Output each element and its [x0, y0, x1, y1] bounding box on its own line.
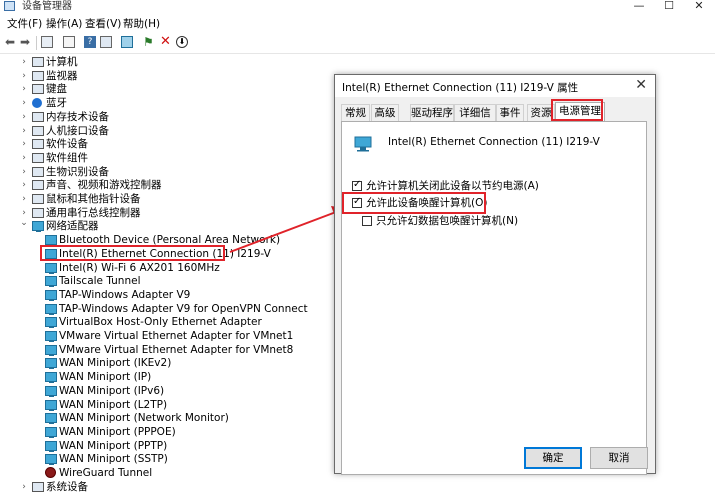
checkbox-allow-power-off[interactable]	[352, 181, 362, 191]
dialog-title-bar: Intel(R) Ethernet Connection (11) I219-V…	[335, 75, 655, 97]
tab-details[interactable]: 详细信息	[454, 104, 496, 121]
highlight-box-tab	[551, 99, 603, 121]
tab-events[interactable]: 事件	[496, 104, 524, 121]
properties-dialog: Intel(R) Ethernet Connection (11) I219-V…	[334, 74, 656, 474]
dialog-title: Intel(R) Ethernet Connection (11) I219-V…	[342, 80, 578, 95]
power-management-panel: Intel(R) Ethernet Connection (11) I219-V…	[341, 121, 647, 475]
network-adapter-icon	[354, 136, 372, 152]
tab-advanced[interactable]: 高级	[371, 104, 399, 121]
checkbox-magic-packet[interactable]	[362, 216, 372, 226]
tab-driver[interactable]: 驱动程序	[410, 104, 454, 121]
highlight-box-option	[342, 192, 486, 214]
tab-general[interactable]: 常规	[341, 104, 370, 121]
cancel-button[interactable]: 取消	[590, 447, 648, 469]
ok-button[interactable]: 确定	[524, 447, 582, 469]
device-name: Intel(R) Ethernet Connection (11) I219-V	[388, 136, 600, 148]
option-label: 只允许幻数据包唤醒计算机(N)	[376, 215, 518, 228]
dialog-close-button[interactable]: ✕	[635, 77, 647, 93]
